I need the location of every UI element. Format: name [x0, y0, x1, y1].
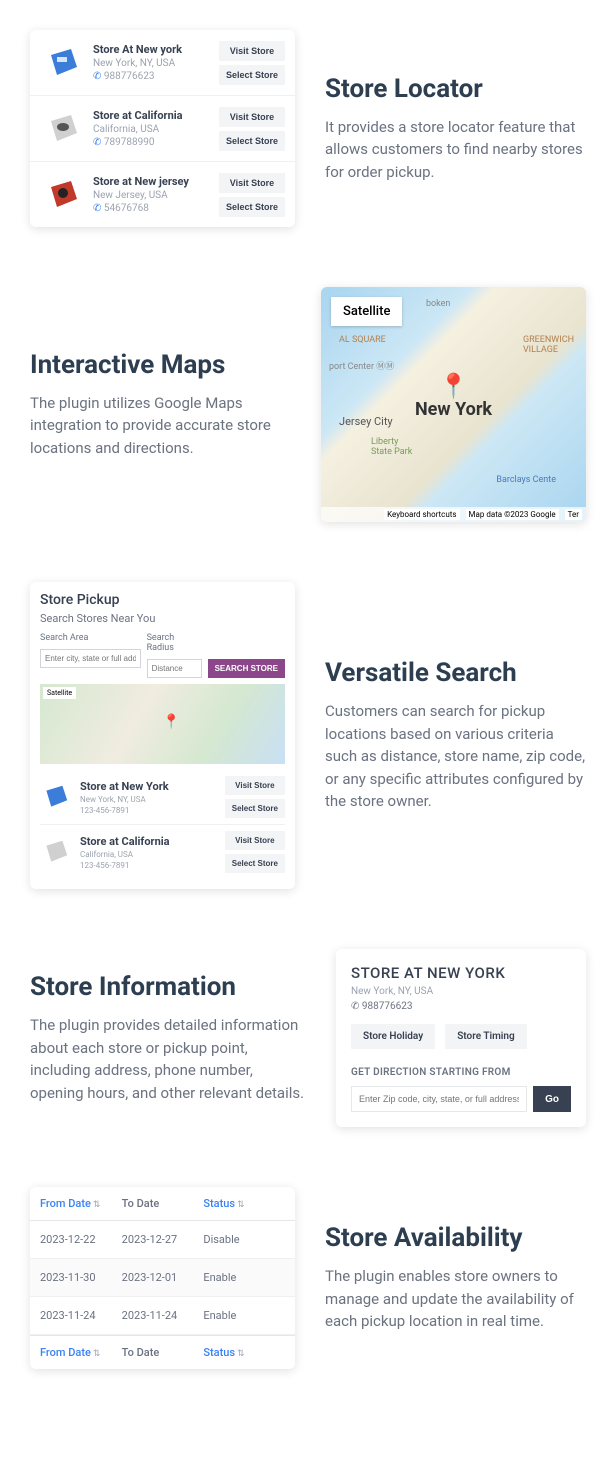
- availability-table: From Date⇅ To Date Status⇅ 2023-12-22 20…: [30, 1187, 295, 1369]
- table-row: 2023-12-22 2023-12-27 Disable: [30, 1221, 295, 1259]
- section-title: Store Locator: [325, 74, 586, 104]
- section-desc: The plugin enables store owners to manag…: [325, 1265, 586, 1333]
- search-area-input[interactable]: [40, 649, 141, 668]
- sort-icon: ⇅: [93, 1349, 101, 1359]
- search-radius-label: Search Radius: [147, 633, 202, 653]
- store-location: New York, NY, USA: [80, 795, 217, 804]
- search-card: Store Pickup Search Stores Near You Sear…: [30, 582, 295, 889]
- mini-map[interactable]: Satellite: [40, 684, 285, 764]
- col-status[interactable]: Status⇅: [203, 1346, 285, 1359]
- select-store-button[interactable]: Select Store: [219, 131, 285, 151]
- section-desc: Customers can search for pickup location…: [325, 700, 586, 813]
- map-pin-icon: 📍: [439, 372, 469, 400]
- store-row: Store at California California, USA 7897…: [30, 96, 295, 162]
- select-store-button[interactable]: Select Store: [225, 854, 285, 873]
- search-area-label: Search Area: [40, 633, 141, 643]
- store-phone: 988776623: [93, 71, 211, 82]
- table-header: From Date⇅ To Date Status⇅: [30, 1187, 295, 1221]
- store-name: Store at New York: [80, 780, 217, 793]
- store-location: California, USA: [80, 850, 217, 859]
- table-row: 2023-11-30 2023-12-01 Enable: [30, 1259, 295, 1297]
- store-name: Store at California: [93, 109, 211, 122]
- col-to-date: To Date: [122, 1197, 204, 1210]
- visit-store-button[interactable]: Visit Store: [219, 41, 285, 61]
- satellite-toggle[interactable]: Satellite: [331, 297, 402, 326]
- select-store-button[interactable]: Select Store: [219, 197, 285, 217]
- search-title: Store Pickup: [40, 592, 285, 608]
- store-info-location: New York, NY, USA: [351, 986, 571, 997]
- store-location: California, USA: [93, 124, 211, 135]
- store-location: New York, NY, USA: [93, 58, 211, 69]
- store-name: Store At New york: [93, 43, 211, 56]
- store-phone: 789788990: [93, 137, 211, 148]
- sort-icon: ⇅: [237, 1200, 245, 1210]
- store-thumb-icon: [40, 172, 85, 217]
- section-desc: The plugin provides detailed information…: [30, 1014, 306, 1104]
- store-row: Store At New york New York, NY, USA 9887…: [30, 30, 295, 96]
- section-versatile-search: Store Pickup Search Stores Near You Sear…: [30, 582, 586, 889]
- section-desc: It provides a store locator feature that…: [325, 116, 586, 184]
- store-row: Store at New jersey New Jersey, USA 5467…: [30, 162, 295, 227]
- store-thumb-icon: [40, 836, 72, 868]
- tab-store-holiday[interactable]: Store Holiday: [351, 1024, 435, 1049]
- section-title: Store Information: [30, 972, 306, 1002]
- select-store-button[interactable]: Select Store: [225, 799, 285, 818]
- store-phone: 54676768: [93, 203, 211, 214]
- section-store-information: STORE AT NEW YORK New York, NY, USA 9887…: [30, 949, 586, 1127]
- col-from-date[interactable]: From Date⇅: [40, 1197, 122, 1210]
- store-list-card: Store At New york New York, NY, USA 9887…: [30, 30, 295, 227]
- store-info-card: STORE AT NEW YORK New York, NY, USA 9887…: [336, 949, 586, 1127]
- store-thumb-icon: [40, 781, 72, 813]
- visit-store-button[interactable]: Visit Store: [219, 107, 285, 127]
- store-phone-plain: 123-456-7891: [80, 806, 217, 815]
- select-store-button[interactable]: Select Store: [219, 65, 285, 85]
- table-footer: From Date⇅ To Date Status⇅: [30, 1335, 295, 1369]
- direction-label: GET DIRECTION STARTING FROM: [351, 1067, 571, 1078]
- col-from-date[interactable]: From Date⇅: [40, 1346, 122, 1359]
- store-thumb-icon: [40, 106, 85, 151]
- col-to-date: To Date: [122, 1346, 204, 1359]
- section-store-availability: From Date⇅ To Date Status⇅ 2023-12-22 20…: [30, 1187, 586, 1369]
- store-info-phone: 988776623: [351, 1001, 571, 1012]
- visit-store-button[interactable]: Visit Store: [225, 776, 285, 795]
- search-store-button[interactable]: SEARCH STORE: [208, 659, 285, 678]
- map-widget[interactable]: Satellite boken AL SQUARE GREENWICHVILLA…: [321, 287, 586, 522]
- map-city-label: New York: [415, 399, 492, 420]
- section-desc: The plugin utilizes Google Maps integrat…: [30, 392, 291, 460]
- store-name: Store at California: [80, 835, 217, 848]
- map-attribution: Keyboard shortcuts Map data ©2023 Google…: [321, 507, 586, 522]
- store-info-title: STORE AT NEW YORK: [351, 964, 571, 982]
- store-thumb-icon: [40, 40, 85, 85]
- col-status[interactable]: Status⇅: [203, 1197, 285, 1210]
- search-radius-input[interactable]: [147, 659, 202, 678]
- sort-icon: ⇅: [93, 1200, 101, 1210]
- store-row: Store at New York New York, NY, USA 123-…: [40, 770, 285, 825]
- table-row: 2023-11-24 2023-11-24 Enable: [30, 1297, 295, 1335]
- store-phone-plain: 123-456-7891: [80, 861, 217, 870]
- tab-store-timing[interactable]: Store Timing: [445, 1024, 526, 1049]
- visit-store-button[interactable]: Visit Store: [225, 831, 285, 850]
- store-location: New Jersey, USA: [93, 190, 211, 201]
- store-name: Store at New jersey: [93, 175, 211, 188]
- section-interactive-maps: Satellite boken AL SQUARE GREENWICHVILLA…: [30, 287, 586, 522]
- section-title: Interactive Maps: [30, 350, 291, 380]
- sort-icon: ⇅: [237, 1349, 245, 1359]
- section-title: Store Availability: [325, 1223, 586, 1253]
- section-store-locator: Store At New york New York, NY, USA 9887…: [30, 30, 586, 227]
- direction-input[interactable]: [351, 1086, 527, 1112]
- visit-store-button[interactable]: Visit Store: [219, 173, 285, 193]
- section-title: Versatile Search: [325, 658, 586, 688]
- search-subtitle: Search Stores Near You: [40, 612, 285, 625]
- go-button[interactable]: Go: [533, 1086, 571, 1112]
- store-row: Store at California California, USA 123-…: [40, 825, 285, 879]
